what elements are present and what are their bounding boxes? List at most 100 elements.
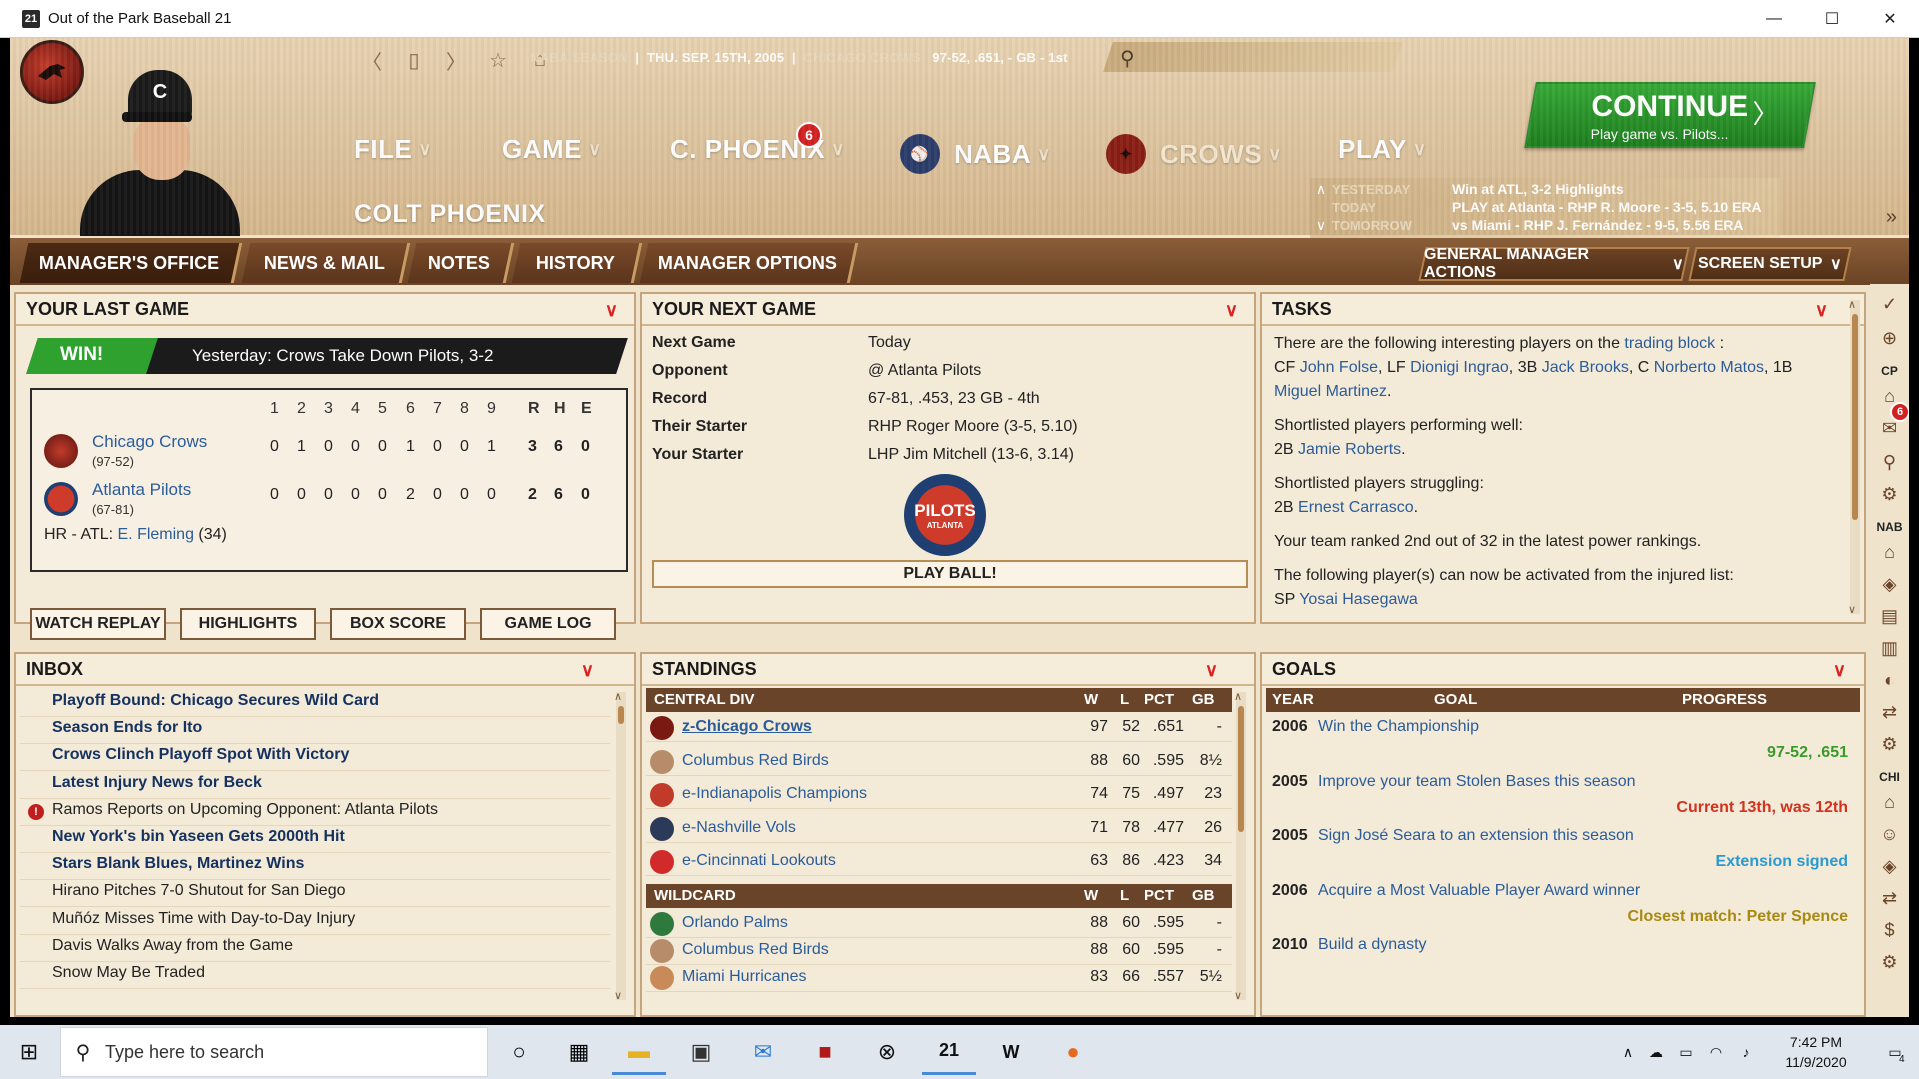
player-link[interactable]: E. Fleming [118, 526, 194, 543]
forward-arrow-icon[interactable]: 〉 [446, 46, 466, 75]
close-button[interactable]: ✕ [1861, 0, 1919, 38]
team-link[interactable]: e-Cincinnati Lookouts [682, 852, 836, 870]
menu-game[interactable]: GAME ∨ [502, 134, 602, 165]
player-link[interactable]: John Folse [1300, 359, 1378, 376]
team-link[interactable]: z-Chicago Crows [682, 718, 812, 736]
chevron-down-icon[interactable]: ∨ [581, 660, 594, 681]
menu-team[interactable]: ✦ CROWS ∨ [1106, 134, 1282, 174]
team-link[interactable]: e-Indianapolis Champions [682, 785, 867, 803]
trading-block-link[interactable]: trading block [1624, 335, 1715, 352]
continue-button[interactable]: CONTINUE Play game vs. Pilots... 〉 [1524, 82, 1816, 148]
inbox-item[interactable]: Muñóz Misses Time with Day-to-Day Injury [52, 910, 355, 928]
search-icon[interactable]: ⚲ [1120, 46, 1135, 71]
inbox-item[interactable]: New York's bin Yaseen Gets 2000th Hit [52, 828, 345, 846]
goal-link[interactable]: Win the Championship [1318, 718, 1479, 736]
check-icon[interactable]: ✓ [1870, 294, 1909, 315]
tag-icon[interactable]: ◈ [1870, 574, 1909, 595]
search-icon[interactable]: ⚲ [1870, 452, 1909, 473]
goal-link[interactable]: Improve your team Stolen Bases this seas… [1318, 773, 1636, 791]
their-starter-link[interactable]: RHP Roger Moore (3-5, 5.10) [868, 418, 1078, 436]
up-arrow-icon[interactable]: ∧ [1310, 181, 1332, 198]
team-link[interactable]: Miami Hurricanes [682, 968, 806, 986]
team-name[interactable]: Chicago Crows [92, 432, 207, 452]
maximize-button[interactable]: ☐ [1803, 0, 1861, 38]
inbox-item[interactable]: Latest Injury News for Beck [52, 774, 262, 792]
transfer-icon[interactable]: ⇄ [1870, 702, 1909, 723]
inbox-scrollbar[interactable]: ∧ ∨ [614, 691, 626, 1002]
player-link[interactable]: Jack Brooks [1542, 359, 1629, 376]
task-view-icon[interactable]: ▦ [552, 1029, 606, 1075]
wifi-icon[interactable]: ◠ [1701, 1044, 1731, 1061]
gm-actions-button[interactable]: GENERAL MANAGER ACTIONS ∨ [1418, 246, 1690, 281]
home-icon[interactable]: ⌂ [1870, 792, 1909, 813]
inbox-item[interactable]: Davis Walks Away from the Game [52, 937, 293, 955]
gear-icon[interactable]: ⚙ [1870, 952, 1909, 973]
player-link[interactable]: Dionigi Ingrao [1410, 359, 1509, 376]
inbox-item[interactable]: Hirano Pitches 7-0 Shutout for San Diego [52, 882, 346, 900]
taskbar-search-input[interactable]: ⚲ Type here to search [60, 1027, 488, 1077]
highlights-button[interactable]: HIGHLIGHTS [180, 608, 316, 640]
back-arrow-icon[interactable]: 〈 [362, 46, 382, 75]
news-icon[interactable]: ▤ [1870, 606, 1909, 627]
inbox-item[interactable]: Ramos Reports on Upcoming Opponent: Atla… [52, 801, 438, 819]
screen-setup-button[interactable]: SCREEN SETUP ∨ [1688, 247, 1852, 281]
chevron-down-icon[interactable]: ∨ [1225, 300, 1238, 321]
play-ball-button[interactable]: PLAY BALL! [652, 560, 1248, 588]
player-link[interactable]: Jamie Roberts [1298, 441, 1401, 458]
transfer-icon[interactable]: ⇄ [1870, 888, 1909, 909]
store-icon[interactable]: ▣ [674, 1029, 728, 1075]
player-link[interactable]: Yosai Hasegawa [1299, 591, 1418, 608]
team-link[interactable]: Orlando Palms [682, 914, 788, 932]
xbox-icon[interactable]: ⊗ [860, 1029, 914, 1075]
minimize-button[interactable]: — [1745, 0, 1803, 38]
menu-league[interactable]: ⚾ NABA ∨ [900, 134, 1051, 174]
star-icon[interactable]: ☆ [488, 48, 508, 73]
player-link[interactable]: Ernest Carrasco [1298, 499, 1414, 516]
inbox-item[interactable]: Snow May Be Traded [52, 964, 205, 982]
firefox-icon[interactable]: ● [1046, 1029, 1100, 1075]
player-link[interactable]: Miguel Martinez [1274, 383, 1387, 400]
page-icon[interactable]: ▯ [404, 48, 424, 73]
inbox-item[interactable]: Crows Clinch Playoff Spot With Victory [52, 746, 349, 764]
globe-icon[interactable]: ⊕ [1870, 328, 1909, 349]
tab-history[interactable]: HISTORY [511, 243, 643, 283]
your-starter-link[interactable]: LHP Jim Mitchell (13-6, 3.14) [868, 446, 1074, 464]
file-explorer-icon[interactable]: ▬ [612, 1029, 666, 1075]
inbox-item[interactable]: Season Ends for Ito [52, 719, 202, 737]
ootp-app-icon[interactable]: 21 [922, 1029, 976, 1075]
inbox-item[interactable]: Playoff Bound: Chicago Secures Wild Card [52, 692, 379, 710]
menu-file[interactable]: FILE ∨ [354, 134, 432, 165]
search-input[interactable] [1103, 42, 1403, 72]
chart-icon[interactable]: ▥ [1870, 638, 1909, 659]
tab-managers-office[interactable]: MANAGER'S OFFICE [19, 243, 243, 283]
team-name[interactable]: Atlanta Pilots [92, 480, 191, 500]
expand-right-icon[interactable]: » [1886, 206, 1897, 229]
gear-icon[interactable]: ⚙ [1870, 484, 1909, 505]
home-icon[interactable]: ⌂ [1870, 542, 1909, 563]
game-icon[interactable]: ■ [798, 1029, 852, 1075]
game-log-button[interactable]: GAME LOG [480, 608, 616, 640]
clock[interactable]: 7:42 PM 11/9/2020 [1761, 1032, 1871, 1072]
goal-link[interactable]: Sign José Seara to an extension this sea… [1318, 827, 1634, 845]
tasks-scrollbar[interactable]: ∧ ∨ [1848, 299, 1860, 616]
ball-icon[interactable]: ◐ [1870, 670, 1909, 691]
tab-news-mail[interactable]: NEWS & MAIL [241, 243, 411, 283]
goal-link[interactable]: Acquire a Most Valuable Player Award win… [1318, 882, 1640, 900]
battery-icon[interactable]: ▭ [1671, 1044, 1701, 1061]
cortana-icon[interactable]: ○ [492, 1029, 546, 1075]
dollar-icon[interactable]: $ [1870, 920, 1909, 941]
box-score-button[interactable]: BOX SCORE [330, 608, 466, 640]
gear-icon[interactable]: ⚙ [1870, 734, 1909, 755]
notification-icon[interactable]: ▭ 4 [1871, 1044, 1919, 1065]
roster-icon[interactable]: ☺ [1870, 824, 1909, 845]
tab-notes[interactable]: NOTES [407, 243, 515, 283]
player-link[interactable]: Norberto Matos [1654, 359, 1764, 376]
standings-scrollbar[interactable]: ∧ ∨ [1234, 691, 1246, 1002]
cloud-icon[interactable]: ☁ [1641, 1044, 1671, 1061]
chevron-down-icon[interactable]: ∨ [1205, 660, 1218, 681]
team-link[interactable]: Columbus Red Birds [682, 941, 829, 959]
opponent-link[interactable]: @ Atlanta Pilots [868, 362, 981, 380]
volume-icon[interactable]: ♪ [1731, 1044, 1761, 1060]
team-link[interactable]: Columbus Red Birds [682, 752, 829, 770]
word-icon[interactable]: W [984, 1029, 1038, 1075]
